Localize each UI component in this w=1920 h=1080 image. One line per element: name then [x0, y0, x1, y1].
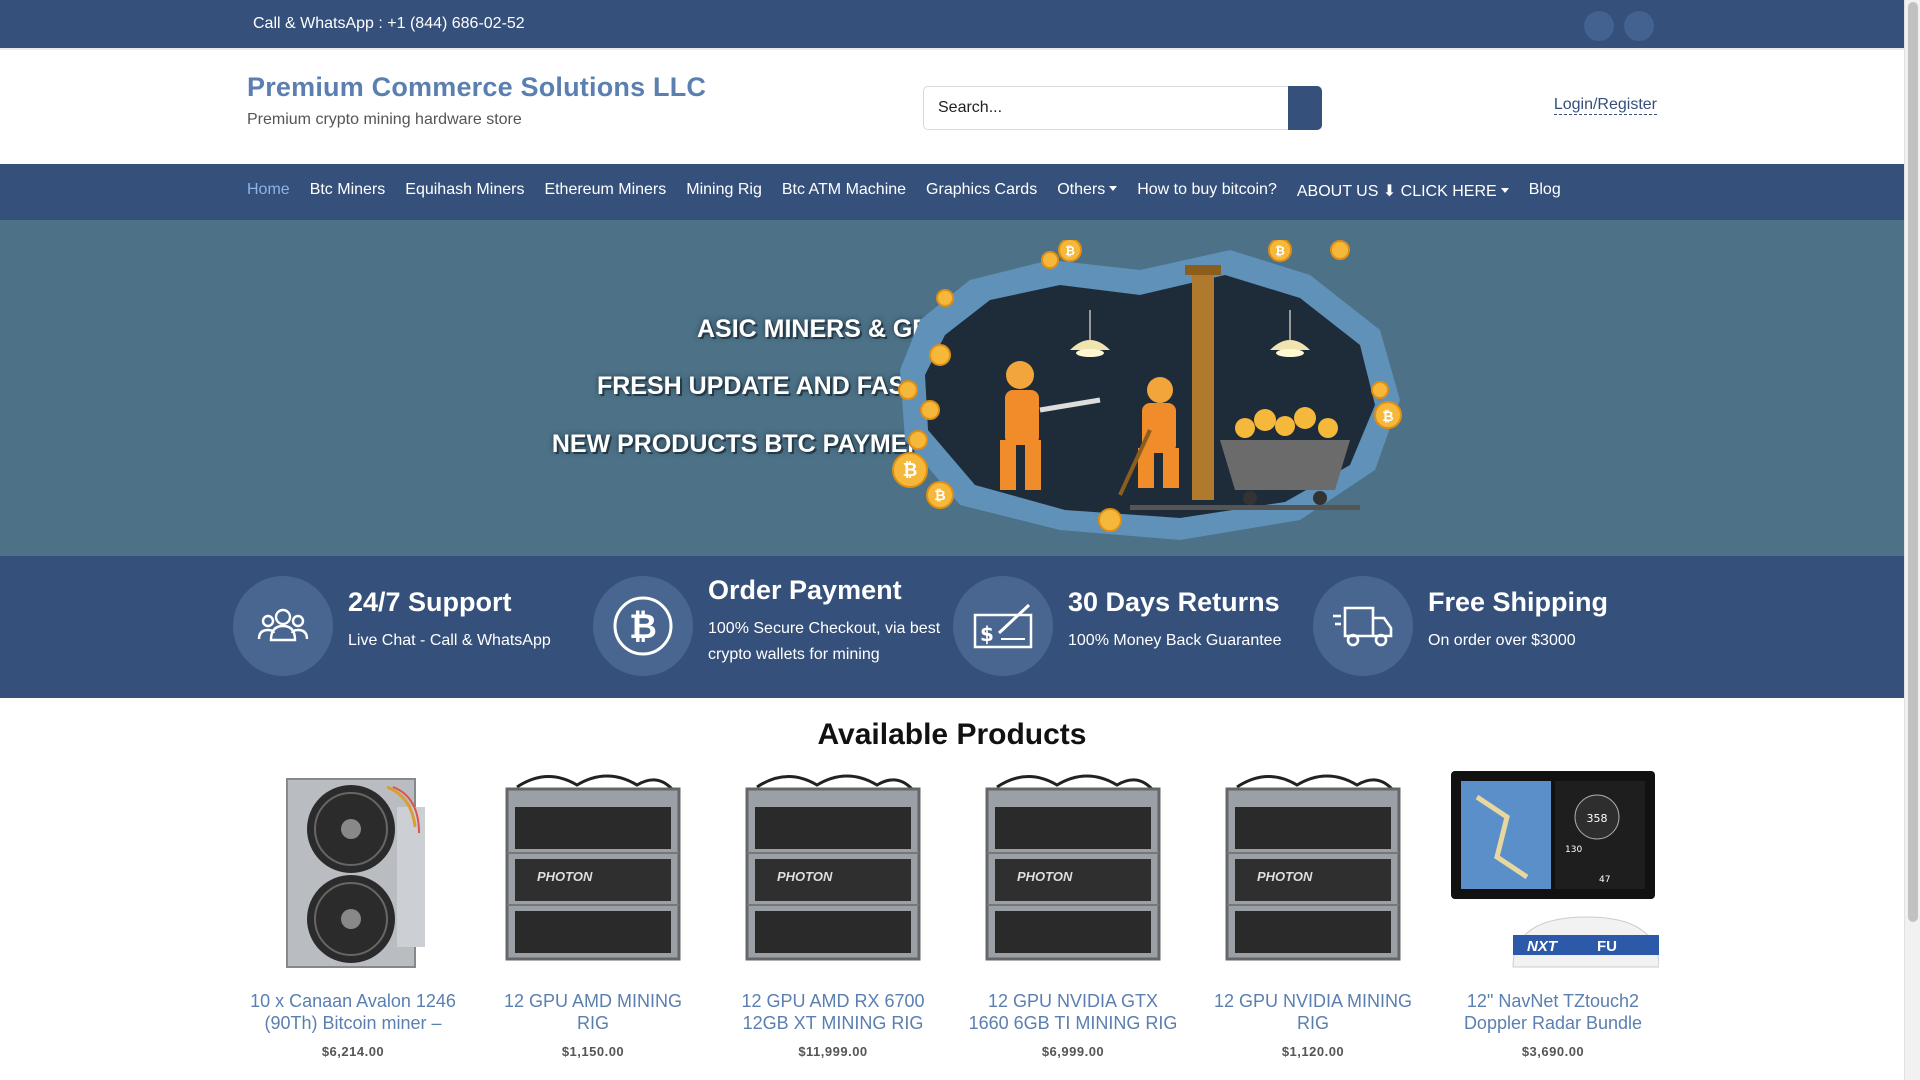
nav-item-label: ABOUT US ⬇ CLICK HERE: [1296, 183, 1497, 200]
delivery-truck-icon: [1313, 576, 1413, 676]
facebook-icon[interactable]: [1584, 11, 1614, 41]
nav-item-others[interactable]: Others: [1057, 181, 1118, 201]
login-register-link[interactable]: Login/Register: [1553, 96, 1657, 115]
nav-item-btc-atm[interactable]: Btc ATM Machine: [782, 181, 906, 201]
caret-down-icon: [1109, 186, 1118, 191]
screen-readout: 47: [1599, 875, 1610, 885]
twitter-icon[interactable]: [1624, 11, 1654, 41]
nav-item-label: How to buy bitcoin?: [1137, 181, 1277, 198]
product-card[interactable]: PHOTON 12 GPU AMD RX 6700 12GB XT MINING…: [727, 767, 939, 1059]
product-price: $11,999.00: [798, 1044, 868, 1059]
product-name[interactable]: 12 GPU NVIDIA GTX 1660 6GB TI MINING RIG: [967, 990, 1179, 1034]
nav-item-equihash-miners[interactable]: Equihash Miners: [405, 181, 524, 201]
product-image[interactable]: PHOTON: [1207, 767, 1419, 972]
nav-item-home[interactable]: Home: [247, 181, 290, 201]
rig-brand-mark: PHOTON: [537, 869, 593, 884]
dollar-symbol: $: [980, 622, 994, 646]
screen-readout: 358: [1587, 812, 1608, 825]
rig-brand-mark: PHOTON: [1017, 869, 1073, 884]
product-image[interactable]: PHOTON: [487, 767, 699, 972]
nav-item-mining-rig[interactable]: Mining Rig: [686, 181, 762, 201]
product-price: $1,120.00: [1281, 1044, 1345, 1059]
product-card[interactable]: PHOTON 12 GPU NVIDIA GTX 1660 6GB TI MIN…: [967, 767, 1179, 1059]
search-button[interactable]: [1288, 86, 1322, 130]
coin-symbol: ₿: [1275, 244, 1285, 258]
product-name[interactable]: 12" NavNet TZtouch2 Doppler Radar Bundle: [1447, 990, 1659, 1034]
product-name[interactable]: 12 GPU AMD MINING RIG: [487, 990, 699, 1034]
bitcoin-symbol: ₿: [629, 607, 657, 647]
product-image[interactable]: 358 130 47 NXT FU: [1447, 767, 1659, 972]
nav-item-label: Btc Miners: [309, 181, 386, 198]
product-card[interactable]: PHOTON 12 GPU NVIDIA MINING RIG $1,120.0…: [1207, 767, 1419, 1059]
product-image[interactable]: [247, 767, 459, 972]
coin-symbol: ₿: [1382, 409, 1393, 425]
product-name[interactable]: 12 GPU NVIDIA MINING RIG: [1207, 990, 1419, 1034]
nav-menu: Home Btc Miners Equihash Miners Ethereum…: [247, 181, 1581, 201]
feature-desc: Live Chat - Call & WhatsApp: [348, 632, 551, 649]
coin-symbol: ₿: [1065, 244, 1075, 258]
product-price: $6,999.00: [1041, 1044, 1105, 1059]
page: Call & WhatsApp : +1 (844) 686-02-52 Pre…: [0, 0, 1904, 1080]
coin-symbol: ₿: [934, 488, 945, 504]
nav-item-label: Graphics Cards: [926, 181, 1038, 198]
product-image[interactable]: PHOTON: [967, 767, 1179, 972]
product-card[interactable]: 358 130 47 NXT FU 12" NavNet TZtouch2 Do…: [1447, 767, 1659, 1059]
bitcoin-icon: ₿: [593, 576, 693, 676]
nav-item-label: Mining Rig: [686, 181, 762, 198]
brand[interactable]: Premium Commerce Solutions LLC Premium c…: [247, 72, 706, 129]
product-image[interactable]: PHOTON: [727, 767, 939, 972]
nav-item-about-us[interactable]: ABOUT US ⬇ CLICK HERE: [1297, 181, 1509, 201]
radar-mark: NXT: [1527, 938, 1559, 955]
contact-phone[interactable]: Call & WhatsApp : +1 (844) 686-02-52: [253, 15, 525, 33]
nav-item-label: Btc ATM Machine: [781, 181, 907, 198]
vertical-scrollbar[interactable]: [1904, 0, 1920, 1080]
hero-banner[interactable]: ASIC MINERS & GPU FRESH UPDATE AND FAST …: [0, 220, 1904, 556]
product-name[interactable]: 10 x Canaan Avalon 1246 (90Th) Bitcoin m…: [247, 990, 459, 1034]
nav-item-label: Equihash Miners: [405, 181, 525, 198]
site-header: Premium Commerce Solutions LLC Premium c…: [0, 50, 1904, 164]
feature-desc: 100% Secure Checkout, via best crypto wa…: [708, 620, 941, 663]
product-price: $6,214.00: [321, 1044, 385, 1059]
caret-down-icon: [1500, 188, 1509, 193]
feature-title: 30 Days Returns: [1068, 587, 1280, 617]
nav-item-label: Blog: [1528, 181, 1561, 198]
brand-name[interactable]: Premium Commerce Solutions LLC: [247, 72, 706, 103]
feature-title: Free Shipping: [1428, 587, 1609, 617]
nav-item-ethereum-miners[interactable]: Ethereum Miners: [544, 181, 666, 201]
product-price: $3,690.00: [1521, 1044, 1585, 1059]
top-bar: Call & WhatsApp : +1 (844) 686-02-52: [0, 0, 1904, 50]
nav-item-how-to-buy[interactable]: How to buy bitcoin?: [1137, 181, 1277, 201]
product-card[interactable]: PHOTON 12 GPU AMD MINING RIG $1,150.00: [487, 767, 699, 1059]
feature-title: 24/7 Support: [348, 587, 512, 617]
rig-brand-mark: PHOTON: [1257, 869, 1313, 884]
coin-symbol: ₿: [903, 460, 918, 481]
users-icon: [233, 576, 333, 676]
check-signature-icon: $: [953, 576, 1053, 676]
nav-item-graphics-cards[interactable]: Graphics Cards: [926, 181, 1037, 201]
scrollbar-thumb[interactable]: [1908, 2, 1918, 922]
main-nav: Home Btc Miners Equihash Miners Ethereum…: [0, 164, 1904, 220]
products-heading: Available Products: [817, 718, 1087, 751]
product-price: $1,150.00: [561, 1044, 625, 1059]
radar-brand: FU: [1597, 938, 1617, 955]
nav-item-blog[interactable]: Blog: [1529, 181, 1561, 201]
mining-cave-illustration: ₿ ₿ ₿ ₿ ₿: [892, 240, 1402, 540]
brand-tagline: Premium crypto mining hardware store: [247, 111, 522, 128]
feature-title: Order Payment: [708, 575, 902, 605]
search-input[interactable]: [924, 87, 1284, 129]
product-card[interactable]: 10 x Canaan Avalon 1246 (90Th) Bitcoin m…: [247, 767, 459, 1059]
product-name[interactable]: 12 GPU AMD RX 6700 12GB XT MINING RIG: [727, 990, 939, 1034]
features-bar: 24/7 Support Live Chat - Call & WhatsApp…: [0, 556, 1904, 698]
nav-item-label: Home: [247, 181, 290, 198]
search-box: [923, 86, 1322, 130]
screen-readout: 130: [1565, 845, 1582, 855]
nav-item-btc-miners[interactable]: Btc Miners: [310, 181, 386, 201]
feature-desc: On order over $3000: [1428, 632, 1576, 649]
rig-brand-mark: PHOTON: [777, 869, 833, 884]
feature-desc: 100% Money Back Guarantee: [1068, 632, 1282, 649]
nav-item-label: Ethereum Miners: [544, 181, 667, 198]
nav-item-label: Others: [1057, 181, 1106, 198]
